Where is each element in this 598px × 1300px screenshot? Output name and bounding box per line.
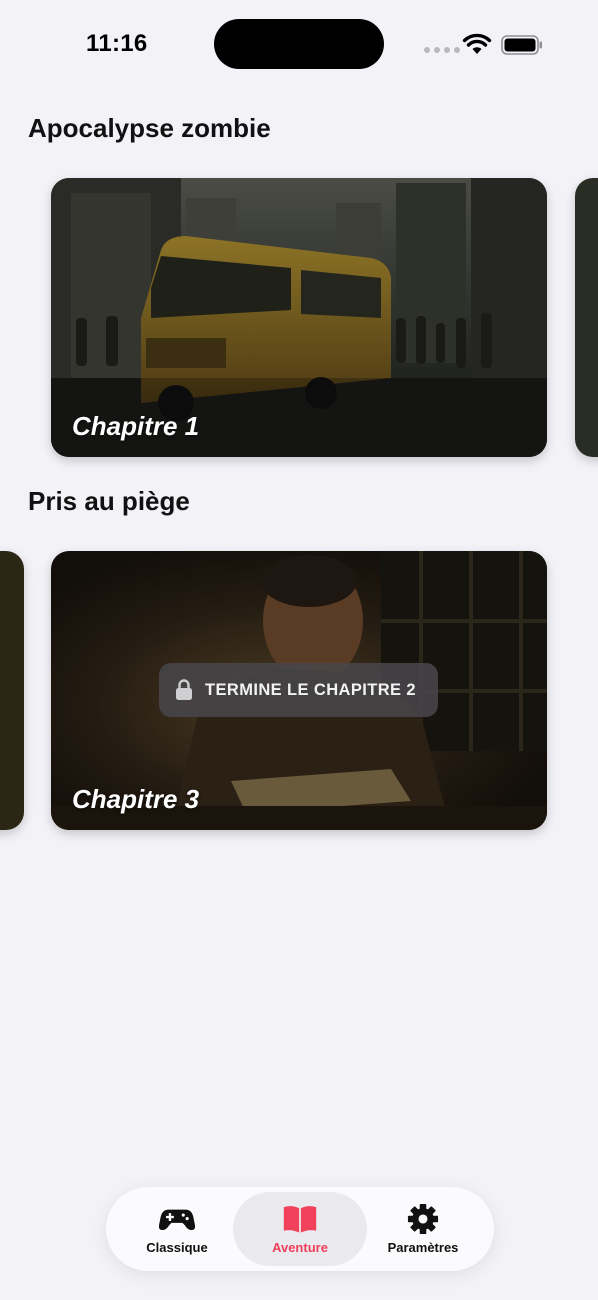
tab-label-aventure: Aventure	[272, 1240, 328, 1255]
chapter-card-3[interactable]: TERMINE LE CHAPITRE 2 Chapitre 3	[51, 551, 547, 830]
chapter-card-peek-left[interactable]	[0, 551, 24, 830]
cellular-signal-icon	[424, 47, 460, 53]
locked-badge-text: TERMINE LE CHAPITRE 2	[205, 680, 417, 699]
tab-aventure[interactable]: Aventure	[233, 1192, 367, 1266]
tab-label-parametres: Paramètres	[387, 1240, 459, 1255]
section-title-apocalypse: Apocalypse zombie	[28, 113, 271, 143]
gear-icon	[407, 1203, 439, 1235]
locked-badge: TERMINE LE CHAPITRE 2	[159, 663, 438, 717]
battery-icon	[501, 35, 542, 55]
chapter-card-peek-right[interactable]	[575, 178, 598, 457]
chapter-3-title: Chapitre 3	[72, 784, 200, 814]
section-title-pris-au-piege: Pris au piège	[28, 486, 190, 516]
tab-parametres[interactable]: Paramètres	[362, 1192, 484, 1266]
dynamic-island	[214, 19, 384, 69]
tab-classique[interactable]: Classique	[116, 1192, 238, 1266]
chapter-card-1[interactable]: Chapitre 1	[51, 178, 547, 457]
gamepad-icon	[159, 1209, 195, 1231]
tab-bar: Classique Aventure Paramètres	[106, 1187, 494, 1271]
wifi-icon	[462, 33, 492, 54]
status-time: 11:16	[86, 30, 148, 57]
app-screen: 11:16 Apocalypse zombie Chapitre 1 Pris …	[0, 0, 598, 1300]
chapter-1-title: Chapitre 1	[72, 411, 200, 441]
tab-label-classique: Classique	[146, 1240, 208, 1255]
lock-icon	[176, 679, 192, 700]
book-icon	[283, 1206, 317, 1233]
